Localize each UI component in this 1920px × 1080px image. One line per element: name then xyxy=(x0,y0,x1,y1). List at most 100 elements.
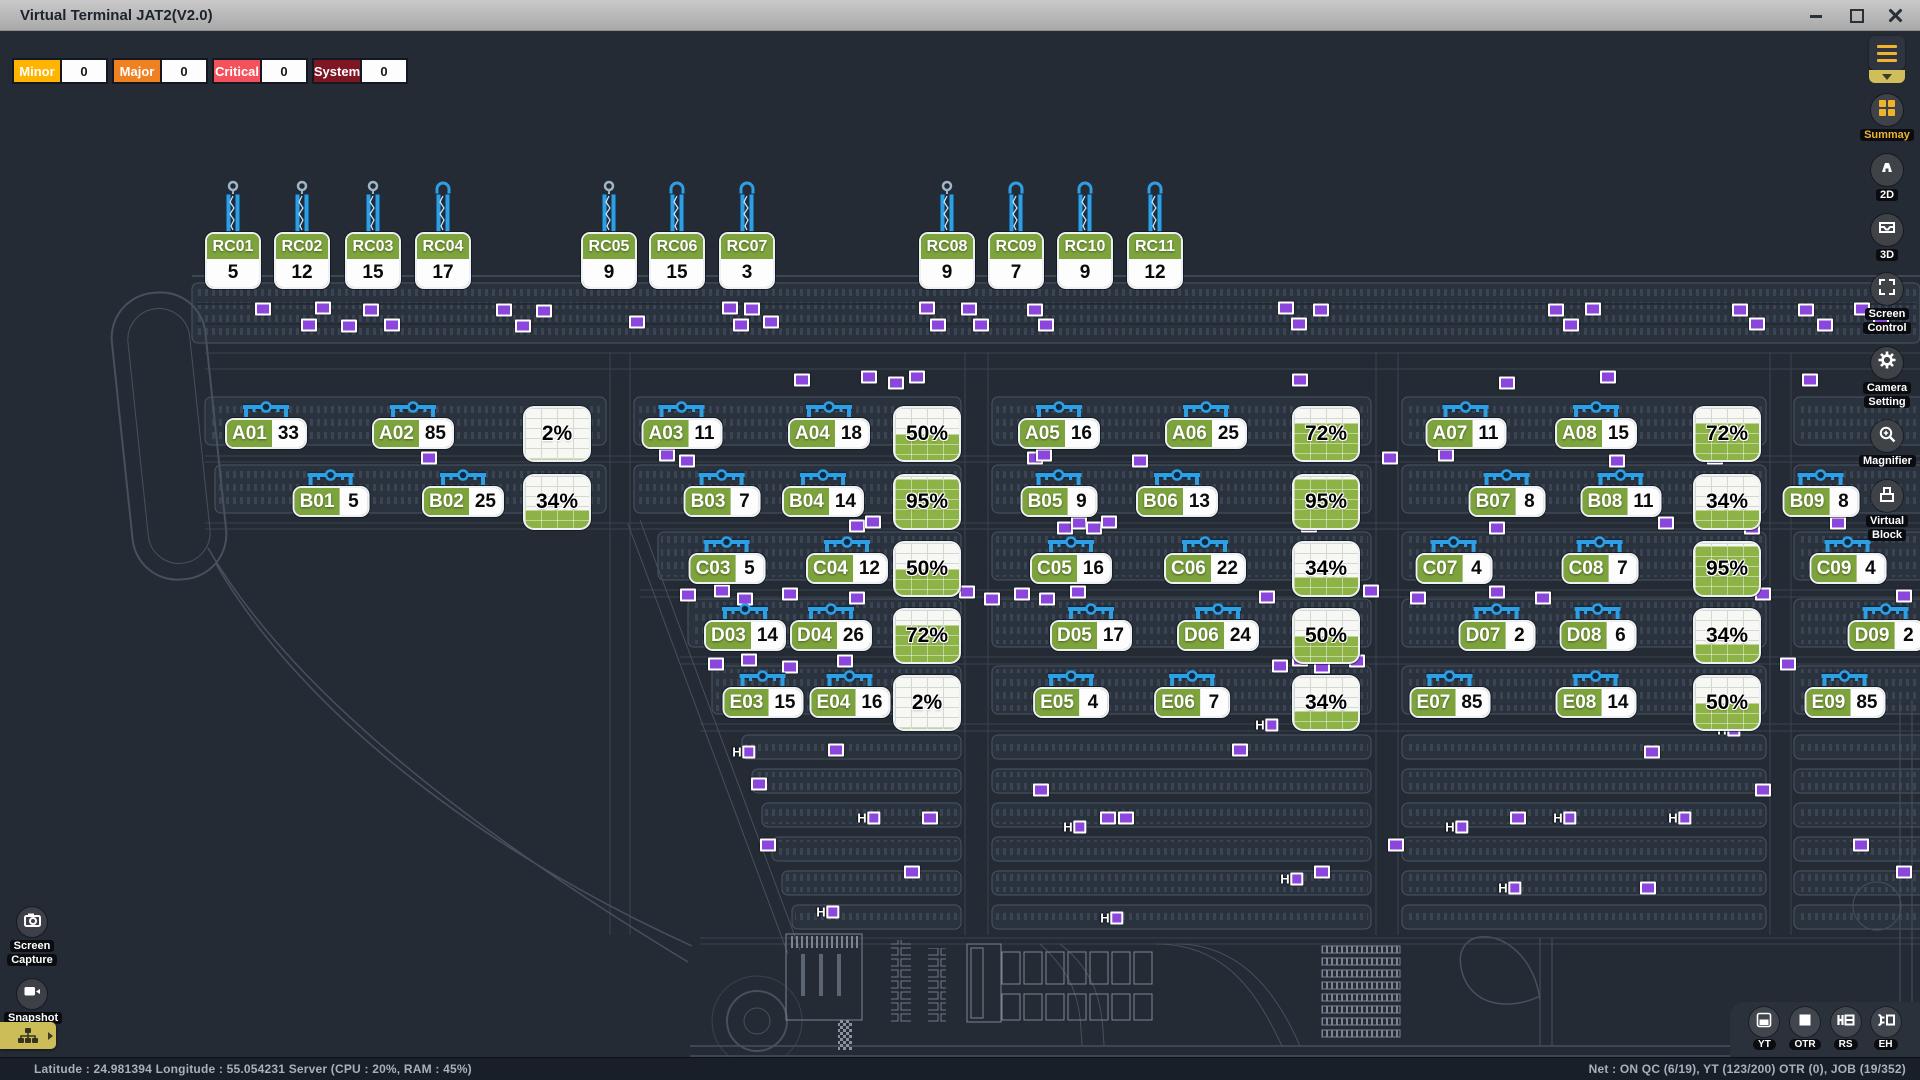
block-A02[interactable]: A02 85 xyxy=(374,400,452,447)
yard-truck-marker[interactable] xyxy=(828,744,844,757)
quay-crane-RC09[interactable]: RC09 7 xyxy=(990,180,1042,287)
block-E05[interactable]: E05 4 xyxy=(1035,669,1107,716)
yard-truck-marker[interactable] xyxy=(1510,812,1526,825)
yard-truck-marker[interactable] xyxy=(1732,304,1748,317)
yard-truck-marker[interactable] xyxy=(1489,586,1505,599)
block-C03[interactable]: C03 5 xyxy=(691,535,764,582)
block-C04[interactable]: C04 12 xyxy=(808,535,886,582)
yard-truck-marker[interactable] xyxy=(708,658,724,671)
container-truck-marker[interactable]: H xyxy=(1498,882,1521,895)
yard-truck-marker[interactable] xyxy=(849,520,865,533)
yard-truck-marker[interactable] xyxy=(315,302,331,315)
block-A06[interactable]: A06 25 xyxy=(1167,400,1245,447)
block-B06[interactable]: B06 13 xyxy=(1138,468,1216,515)
occupancy-E-34%[interactable]: 34% xyxy=(1294,677,1358,729)
block-B09[interactable]: B09 8 xyxy=(1785,468,1858,515)
quay-crane-RC06[interactable]: RC06 15 xyxy=(651,180,703,287)
yard-truck-marker[interactable] xyxy=(733,319,749,332)
yard-truck-marker[interactable] xyxy=(515,320,531,333)
alarm-system[interactable]: System 0 xyxy=(312,58,408,84)
container-truck-marker[interactable]: H xyxy=(816,906,839,919)
yard-truck-marker[interactable] xyxy=(1499,377,1515,390)
equipment-toggle-otr[interactable]: OTR xyxy=(1789,1007,1820,1058)
yard-truck-marker[interactable] xyxy=(1071,517,1087,530)
yard-truck-marker[interactable] xyxy=(301,319,317,332)
yard-truck-marker[interactable] xyxy=(1853,839,1869,852)
yard-truck-marker[interactable] xyxy=(1036,449,1052,462)
sidebar-item-screen-control[interactable]: Screen Control xyxy=(1859,273,1915,336)
alarm-major[interactable]: Major 0 xyxy=(112,58,208,84)
yard-truck-marker[interactable] xyxy=(760,839,776,852)
quay-crane-RC07[interactable]: RC07 3 xyxy=(721,180,773,287)
yard-truck-marker[interactable] xyxy=(341,320,357,333)
block-D05[interactable]: D05 17 xyxy=(1052,602,1130,649)
yard-truck-marker[interactable] xyxy=(1640,882,1656,895)
occupancy-C-34%[interactable]: 34% xyxy=(1294,543,1358,595)
block-D09[interactable]: D09 2 xyxy=(1850,602,1920,649)
yard-truck-marker[interactable] xyxy=(1033,784,1049,797)
yard-truck-marker[interactable] xyxy=(421,452,437,465)
sidebar-item-3d[interactable]: 3D xyxy=(1871,214,1903,263)
yard-truck-marker[interactable] xyxy=(629,316,645,329)
yard-truck-marker[interactable] xyxy=(751,778,767,791)
container-truck-marker[interactable]: H xyxy=(1668,812,1691,825)
sidebar-item-summary[interactable]: Summay xyxy=(1860,94,1914,143)
block-B05[interactable]: B05 9 xyxy=(1023,468,1096,515)
block-D07[interactable]: D07 2 xyxy=(1461,602,1534,649)
block-A01[interactable]: A01 33 xyxy=(227,400,305,447)
block-D03[interactable]: D03 14 xyxy=(706,602,784,649)
block-B02[interactable]: B02 25 xyxy=(424,468,502,515)
minimize-button[interactable] xyxy=(1808,7,1824,23)
yard-truck-marker[interactable] xyxy=(363,304,379,317)
yard-truck-marker[interactable] xyxy=(1118,812,1134,825)
quay-crane-RC02[interactable]: RC02 12 xyxy=(276,180,328,287)
yard-truck-marker[interactable] xyxy=(973,319,989,332)
yard-truck-marker[interactable] xyxy=(1313,304,1329,317)
occupancy-B-95%[interactable]: 95% xyxy=(1294,476,1358,528)
quay-crane-RC05[interactable]: RC05 9 xyxy=(583,180,635,287)
block-E07[interactable]: E07 85 xyxy=(1412,669,1489,716)
yard-truck-marker[interactable] xyxy=(1644,746,1660,759)
yard-truck-marker[interactable] xyxy=(1585,303,1601,316)
yard-truck-marker[interactable] xyxy=(919,302,935,315)
yard-truck-marker[interactable] xyxy=(1314,866,1330,879)
yard-truck-marker[interactable] xyxy=(1101,516,1117,529)
yard-truck-marker[interactable] xyxy=(1410,592,1426,605)
block-E06[interactable]: E06 7 xyxy=(1156,669,1228,716)
block-A08[interactable]: A08 15 xyxy=(1557,400,1635,447)
block-D04[interactable]: D04 26 xyxy=(792,602,870,649)
yard-truck-marker[interactable] xyxy=(1014,588,1030,601)
quay-crane-RC01[interactable]: RC01 5 xyxy=(207,180,259,287)
yard-truck-marker[interactable] xyxy=(1027,304,1043,317)
block-B07[interactable]: B07 8 xyxy=(1471,468,1544,515)
occupancy-D-72%[interactable]: 72% xyxy=(895,610,959,662)
yard-truck-marker[interactable] xyxy=(496,304,512,317)
occupancy-A-72%[interactable]: 72% xyxy=(1695,408,1759,460)
yard-truck-marker[interactable] xyxy=(1038,319,1054,332)
occupancy-B-34%[interactable]: 34% xyxy=(1695,476,1759,528)
block-A07[interactable]: A07 11 xyxy=(1428,400,1505,447)
yard-truck-marker[interactable] xyxy=(1489,522,1505,535)
alarm-minor[interactable]: Minor 0 xyxy=(12,58,108,84)
yard-truck-marker[interactable] xyxy=(1609,455,1625,468)
quay-crane-RC10[interactable]: RC10 9 xyxy=(1059,180,1111,287)
alarm-critical[interactable]: Critical 0 xyxy=(212,58,308,84)
container-truck-marker[interactable]: H xyxy=(1255,719,1278,732)
yard-truck-marker[interactable] xyxy=(1755,784,1771,797)
yard-truck-marker[interactable] xyxy=(959,586,975,599)
occupancy-B-34%[interactable]: 34% xyxy=(525,476,589,528)
equipment-toggle-eh[interactable]: EH xyxy=(1871,1007,1901,1058)
sidebar-item-virtual-block[interactable]: Virtual Block xyxy=(1859,480,1915,543)
yard-truck-marker[interactable] xyxy=(1232,744,1248,757)
yard-truck-marker[interactable] xyxy=(1259,591,1275,604)
container-truck-marker[interactable]: H xyxy=(857,812,880,825)
yard-truck-marker[interactable] xyxy=(255,303,271,316)
yard-truck-marker[interactable] xyxy=(961,303,977,316)
occupancy-C-50%[interactable]: 50% xyxy=(895,543,959,595)
yard-truck-marker[interactable] xyxy=(1658,517,1674,530)
yard-truck-marker[interactable] xyxy=(763,316,779,329)
sidebar-item-camera-setting[interactable]: Camera Setting xyxy=(1859,347,1915,410)
block-A04[interactable]: A04 18 xyxy=(790,400,868,447)
yard-truck-marker[interactable] xyxy=(1314,661,1330,674)
yard-truck-marker[interactable] xyxy=(1896,866,1912,879)
